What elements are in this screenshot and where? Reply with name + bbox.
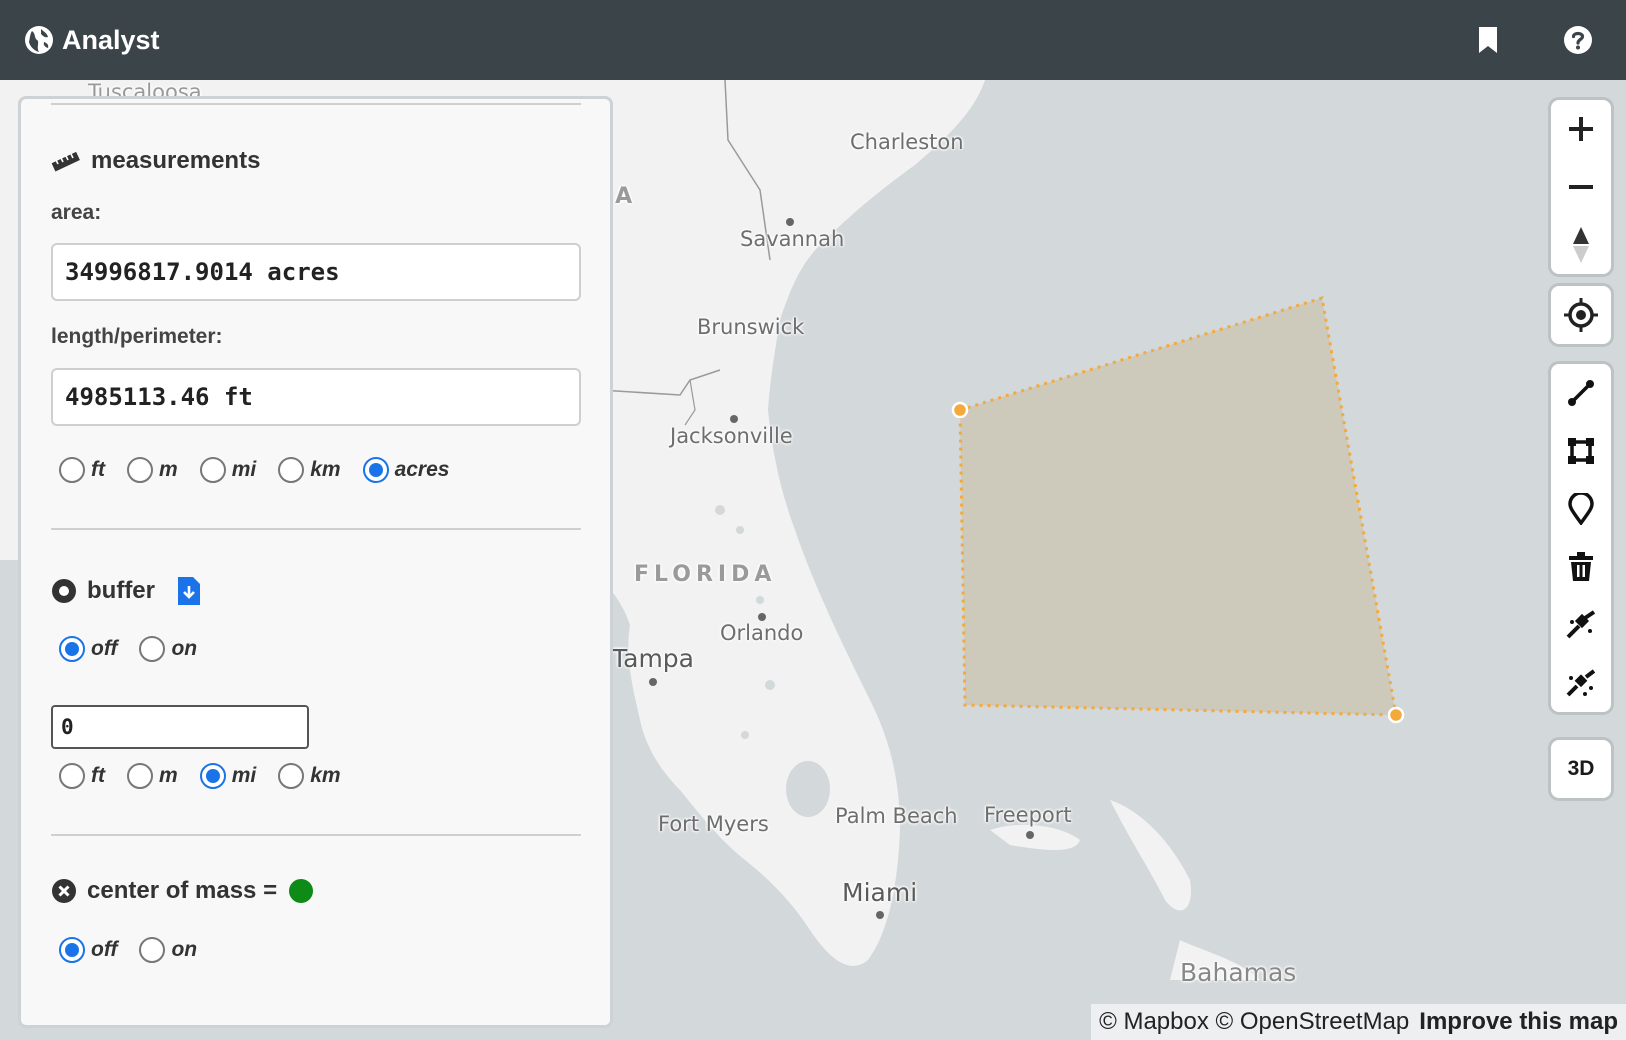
place-label: Tampa — [612, 644, 694, 673]
unit-radio-mi[interactable]: mi — [199, 457, 256, 483]
buffer-unit-radio-ft[interactable]: ft — [59, 763, 105, 789]
polygon-icon — [1568, 438, 1594, 464]
zoom-in-button[interactable] — [1551, 100, 1611, 158]
unit-radio-km[interactable]: km — [278, 457, 341, 483]
center-of-mass-on-radio[interactable]: on — [139, 937, 197, 963]
draw-point-button[interactable] — [1551, 480, 1611, 538]
buffer-title: buffer — [87, 577, 155, 604]
length-field[interactable]: 4985113.46 ft — [51, 368, 581, 426]
nav-control — [1551, 100, 1611, 274]
polygon-vertex — [951, 401, 969, 419]
buffer-toggle-group: off on — [59, 636, 219, 662]
center-of-mass-heading: center of mass = — [51, 877, 314, 905]
geolocate-control — [1551, 286, 1611, 344]
trash-icon — [1569, 552, 1593, 581]
marker-icon — [1568, 493, 1594, 525]
place-label: Savannah — [740, 227, 845, 251]
place-label: Bahamas — [1180, 958, 1297, 987]
polygon-vertex — [1387, 706, 1405, 724]
locate-icon — [1564, 298, 1598, 332]
buffer-unit-radio-mi[interactable]: mi — [199, 763, 256, 789]
measurement-unit-group: ft m mi km acres — [59, 457, 471, 483]
combine-button[interactable] — [1551, 596, 1611, 654]
buffer-distance-input[interactable]: 0 — [51, 705, 309, 749]
uncombine-icon — [1566, 669, 1596, 697]
draw-polygon-button[interactable] — [1551, 422, 1611, 480]
top-bar: Analyst — [0, 0, 1626, 80]
minus-icon — [1569, 185, 1593, 189]
compass-button[interactable] — [1551, 216, 1611, 274]
center-of-mass-title: center of mass = — [87, 877, 278, 904]
uncombine-button[interactable] — [1551, 654, 1611, 712]
center-of-mass-toggle-group: off on — [59, 937, 219, 963]
length-label: length/perimeter: — [51, 325, 223, 348]
app-title: Analyst — [62, 24, 160, 55]
place-label: FLORIDA — [634, 562, 777, 587]
area-field[interactable]: 34996817.9014 acres — [51, 243, 581, 301]
mapbox-attribution-link[interactable]: © Mapbox — [1099, 1008, 1209, 1036]
place-label: Freeport — [984, 803, 1072, 827]
improve-map-link[interactable]: Improve this map — [1419, 1008, 1618, 1036]
place-label: Brunswick — [697, 315, 805, 339]
unit-radio-m[interactable]: m — [127, 457, 178, 483]
area-label: area: — [51, 201, 102, 224]
combine-icon — [1566, 610, 1596, 639]
measurements-heading: measurements — [51, 147, 260, 175]
place-label: Miami — [842, 878, 918, 907]
map-attribution: © Mapbox © OpenStreetMap Improve this ma… — [1091, 1004, 1626, 1040]
place-label: Fort Myers — [658, 812, 769, 836]
divider — [51, 834, 581, 836]
unit-radio-ft[interactable]: ft — [59, 457, 105, 483]
globe-icon — [25, 26, 53, 54]
place-label: Palm Beach — [835, 804, 958, 828]
close-circle-icon — [52, 879, 76, 903]
help-icon — [1564, 26, 1592, 54]
buffer-off-radio[interactable]: off — [59, 636, 117, 662]
download-file-icon[interactable] — [177, 576, 201, 606]
analysis-panel: measurements area: 34996817.9014 acres l… — [18, 96, 613, 1028]
buffer-unit-radio-km[interactable]: km — [278, 763, 341, 789]
unit-radio-acres[interactable]: acres — [362, 457, 449, 483]
buffer-unit-radio-m[interactable]: m — [127, 763, 178, 789]
draw-line-button[interactable] — [1551, 364, 1611, 422]
pitch-control: 3D — [1551, 740, 1611, 798]
divider — [51, 103, 581, 105]
ruler-icon — [51, 151, 80, 172]
center-of-mass-off-radio[interactable]: off — [59, 937, 117, 963]
draw-control — [1551, 364, 1611, 712]
measurements-title: measurements — [91, 147, 261, 174]
center-of-mass-color-dot — [289, 879, 314, 903]
buffer-unit-group: ft m mi km — [59, 763, 363, 789]
app-brand[interactable]: Analyst — [24, 25, 160, 56]
bookmark-icon — [1479, 27, 1497, 53]
place-label: Charleston — [850, 130, 964, 154]
osm-attribution-link[interactable]: © OpenStreetMap — [1216, 1008, 1410, 1036]
bookmark-button[interactable] — [1470, 22, 1506, 58]
three-d-button[interactable]: 3D — [1551, 740, 1611, 798]
place-label: Jacksonville — [670, 424, 793, 448]
buffer-on-radio[interactable]: on — [139, 636, 197, 662]
zoom-out-button[interactable] — [1551, 158, 1611, 216]
radio-dot-icon — [52, 579, 76, 603]
divider — [51, 528, 581, 530]
lake — [786, 761, 830, 817]
plus-icon — [1569, 117, 1593, 141]
compass-icon — [1573, 227, 1589, 263]
help-button[interactable] — [1560, 22, 1596, 58]
place-label: Orlando — [720, 621, 804, 645]
geolocate-button[interactable] — [1551, 286, 1611, 344]
buffer-heading: buffer — [51, 576, 211, 606]
line-icon — [1568, 380, 1594, 406]
trash-button[interactable] — [1551, 538, 1611, 596]
